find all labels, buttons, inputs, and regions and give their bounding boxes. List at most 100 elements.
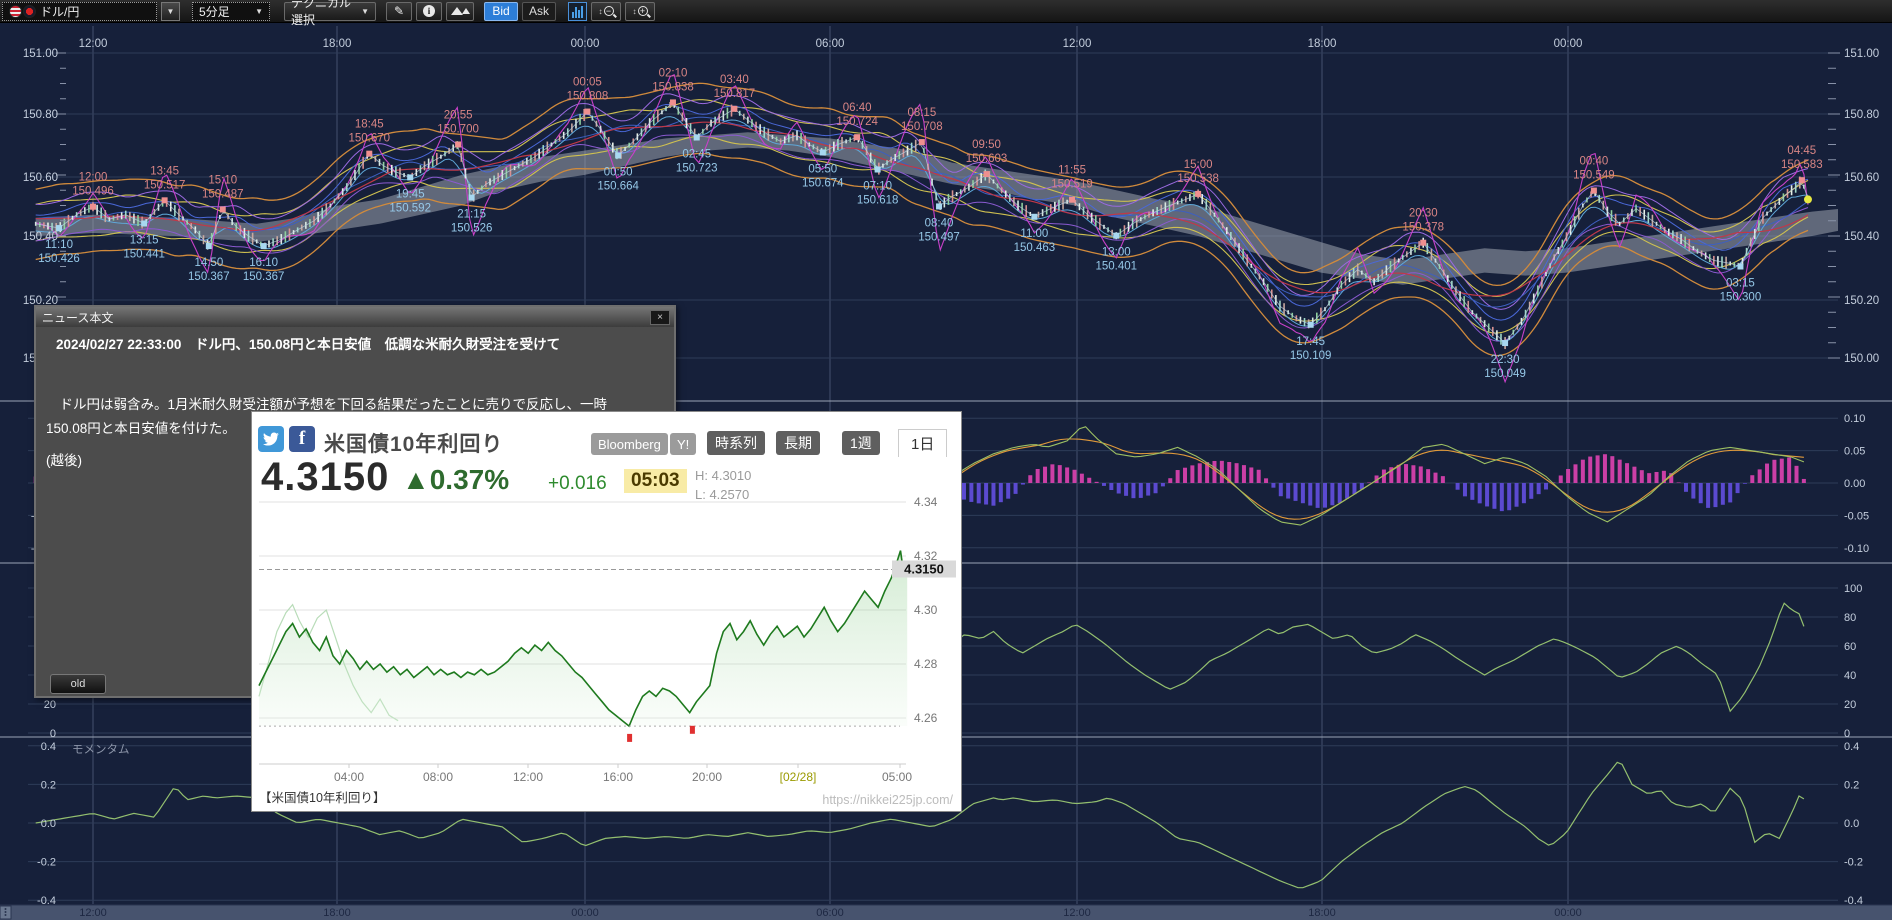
svg-text:4.34: 4.34 — [914, 495, 938, 509]
svg-text:40: 40 — [1844, 670, 1856, 682]
svg-text:150.487: 150.487 — [202, 188, 244, 200]
svg-text:100: 100 — [1844, 583, 1862, 595]
yield-low: L: 4.2570 — [695, 487, 749, 502]
svg-text:150.724: 150.724 — [836, 116, 878, 128]
svg-text:0.10: 0.10 — [1844, 413, 1865, 425]
us-flag-icon — [9, 5, 22, 18]
news-author: (越後) — [46, 449, 82, 469]
svg-text:09:50: 09:50 — [972, 139, 1001, 151]
bar-chart-icon — [581, 6, 583, 18]
svg-text:151.00: 151.00 — [23, 48, 58, 60]
svg-text:00:50: 00:50 — [604, 166, 633, 178]
chevron-down-icon: ▼ — [361, 7, 369, 16]
yahoo-link-button[interactable]: Y! — [670, 433, 696, 455]
svg-text:11:00: 11:00 — [1020, 228, 1048, 240]
svg-text:04:45: 04:45 — [1787, 145, 1816, 157]
svg-text:0.0: 0.0 — [41, 818, 56, 830]
svg-text:14:50: 14:50 — [194, 257, 223, 269]
chevron-down-icon: ▼ — [255, 7, 263, 16]
tab-time-series[interactable]: 時系列 — [707, 431, 765, 455]
svg-text:12:00: 12:00 — [79, 907, 107, 919]
tab-long-term[interactable]: 長期 — [776, 431, 820, 455]
svg-text:-0.10: -0.10 — [1844, 543, 1869, 555]
facebook-share-button[interactable]: f — [289, 426, 315, 452]
svg-text:150.60: 150.60 — [1844, 172, 1879, 184]
svg-text:150.426: 150.426 — [38, 253, 80, 265]
svg-text:13:00: 13:00 — [1102, 247, 1131, 259]
mountain-icon — [462, 8, 470, 14]
svg-text:150.723: 150.723 — [676, 162, 718, 174]
twitter-share-button[interactable] — [258, 426, 284, 452]
ask-label: Ask — [529, 4, 549, 18]
svg-text:150.049: 150.049 — [1484, 368, 1526, 380]
svg-text:4.30: 4.30 — [914, 603, 938, 617]
news-old-button[interactable]: old — [50, 674, 106, 694]
candle-display-button[interactable] — [568, 2, 587, 21]
yield-price: 4.3150 — [261, 455, 389, 500]
yield-quote-time: 05:03 — [624, 469, 687, 493]
svg-text:150.519: 150.519 — [1051, 179, 1093, 191]
vertical-zoom-in-button[interactable]: ↕+ — [625, 2, 655, 21]
us10y-yield-window[interactable]: f 米国債10年利回り Bloomberg Y! 時系列 長期 1週 1日 4.… — [251, 411, 962, 812]
pencil-icon: ✎ — [394, 4, 404, 18]
svg-text:151.00: 151.00 — [1844, 48, 1879, 60]
svg-text:150.808: 150.808 — [567, 91, 609, 103]
info-icon: i — [423, 5, 435, 17]
svg-text:12:00: 12:00 — [513, 770, 543, 784]
tab-one-day-active[interactable]: 1日 — [898, 429, 947, 457]
svg-text:150.538: 150.538 — [1177, 173, 1219, 185]
svg-text:15:00: 15:00 — [1184, 159, 1213, 171]
tab-one-week[interactable]: 1週 — [842, 431, 880, 455]
technical-select-button[interactable]: テクニカル選択 ▼ — [284, 2, 376, 21]
updown-arrow-icon: ↕ — [599, 7, 603, 16]
svg-text:150.664: 150.664 — [597, 180, 639, 192]
yield-change-absolute: +0.016 — [548, 473, 607, 495]
overlay-footer-caption: 【米国債10年利回り】 — [259, 787, 385, 806]
currency-pair-select[interactable]: ドル/円 — [2, 2, 157, 21]
bid-label: Bid — [492, 4, 509, 18]
svg-text:20:00: 20:00 — [692, 770, 722, 784]
vertical-zoom-out-button[interactable]: ↕− — [591, 2, 621, 21]
svg-text:18:00: 18:00 — [1308, 38, 1337, 50]
svg-text:4.26: 4.26 — [914, 711, 938, 725]
overlay-window-title: 米国債10年利回り — [324, 428, 503, 458]
svg-text:05:00: 05:00 — [882, 770, 912, 784]
overlay-footer-url[interactable]: https://nikkei225jp.com/ — [822, 793, 953, 807]
bloomberg-link-button[interactable]: Bloomberg — [591, 433, 668, 455]
draw-pencil-button[interactable]: ✎ — [386, 2, 412, 21]
svg-text:150.463: 150.463 — [1014, 242, 1056, 254]
svg-text:00:40: 00:40 — [1580, 156, 1609, 168]
svg-text:00:00: 00:00 — [1554, 38, 1583, 50]
mountain-chart-button[interactable] — [446, 2, 474, 21]
svg-text:150.60: 150.60 — [23, 172, 58, 184]
svg-text:00:00: 00:00 — [571, 907, 599, 919]
svg-text:80: 80 — [1844, 612, 1856, 624]
bar-chart-icon — [575, 7, 577, 18]
svg-text:06:00: 06:00 — [816, 907, 844, 919]
svg-text:07:10: 07:10 — [863, 181, 892, 193]
svg-text:150.378: 150.378 — [1402, 222, 1444, 234]
svg-text:03:15: 03:15 — [1726, 278, 1755, 290]
currency-pair-dropdown-button[interactable]: ▼ — [161, 2, 180, 21]
svg-text:00:05: 00:05 — [573, 77, 602, 89]
bid-button[interactable]: Bid — [484, 2, 518, 21]
svg-text:04:00: 04:00 — [334, 770, 364, 784]
svg-text:150.603: 150.603 — [966, 153, 1008, 165]
svg-text:-0.2: -0.2 — [37, 857, 56, 869]
yield-high: H: 4.3010 — [695, 468, 751, 483]
svg-text:00:00: 00:00 — [571, 38, 600, 50]
svg-text:12:00: 12:00 — [1063, 38, 1092, 50]
svg-text:03:40: 03:40 — [720, 74, 749, 86]
svg-text:150.109: 150.109 — [1290, 350, 1332, 362]
timeframe-select[interactable]: 5分足 ▼ — [192, 2, 270, 21]
news-window-titlebar[interactable]: ニュース本文 — [36, 307, 674, 327]
ask-button[interactable]: Ask — [522, 2, 556, 21]
news-close-button[interactable]: × — [650, 310, 670, 325]
svg-text:60: 60 — [1844, 641, 1856, 653]
svg-text:0.2: 0.2 — [41, 779, 56, 791]
svg-text:150.367: 150.367 — [243, 271, 285, 283]
info-button[interactable]: i — [416, 2, 442, 21]
svg-text:08:15: 08:15 — [907, 107, 936, 119]
svg-text:19:45: 19:45 — [396, 188, 425, 200]
svg-text:150.401: 150.401 — [1095, 261, 1137, 273]
